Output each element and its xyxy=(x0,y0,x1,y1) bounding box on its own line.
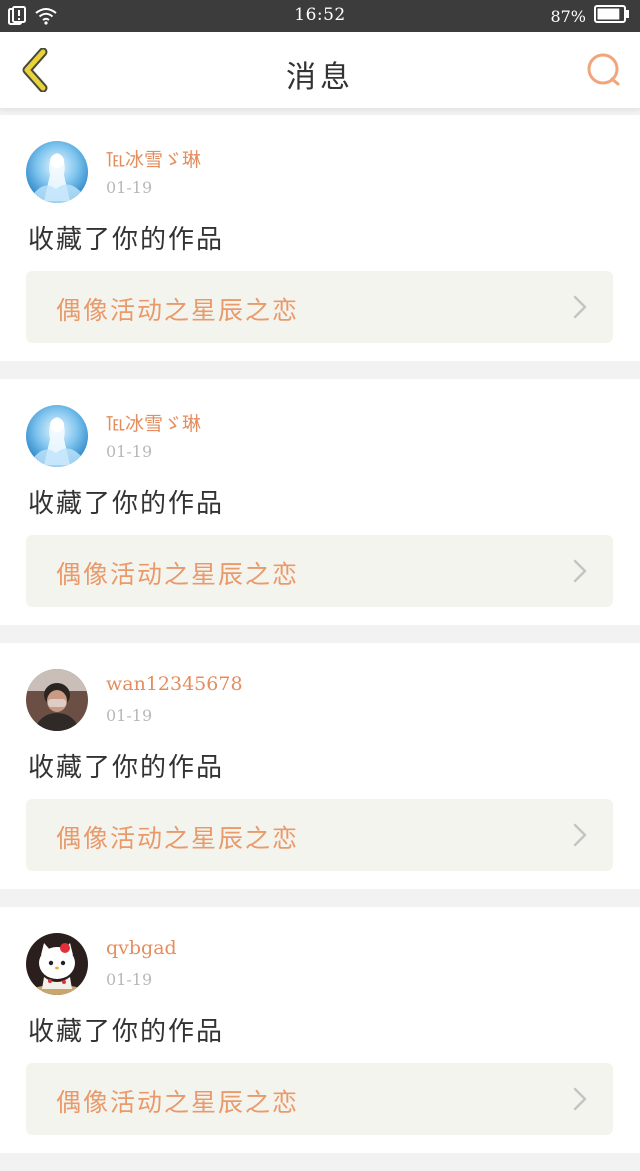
message-text: 收藏了你的作品 xyxy=(28,1017,225,1047)
battery-icon xyxy=(594,5,630,27)
message-item: ℡冰雪ゞ琳 01-19 收藏了你的作品 偶像活动之星辰之恋 xyxy=(0,115,640,361)
chevron-right-icon xyxy=(573,295,587,319)
search-button[interactable] xyxy=(584,50,624,90)
message-item: wan12345678 01-19 收藏了你的作品 偶像活动之星辰之恋 xyxy=(0,643,640,889)
message-date: 01-19 xyxy=(106,442,153,461)
work-link[interactable]: 偶像活动之星辰之恋 xyxy=(26,1063,613,1135)
work-link[interactable]: 偶像活动之星辰之恋 xyxy=(26,799,613,871)
username[interactable]: qvbgad xyxy=(106,937,177,959)
work-title: 偶像活动之星辰之恋 xyxy=(56,296,300,325)
chevron-right-icon xyxy=(573,1087,587,1111)
username[interactable]: ℡冰雪ゞ琳 xyxy=(106,409,201,436)
search-icon xyxy=(587,53,620,86)
header: 消息 xyxy=(0,32,640,109)
avatar[interactable] xyxy=(26,933,88,995)
avatar[interactable] xyxy=(26,405,88,467)
work-title: 偶像活动之星辰之恋 xyxy=(56,824,300,853)
message-item: ℡冰雪ゞ琳 01-19 收藏了你的作品 偶像活动之星辰之恋 xyxy=(0,379,640,625)
battery-percent: 87% xyxy=(550,6,586,26)
message-item: qvbgad 01-19 收藏了你的作品 偶像活动之星辰之恋 xyxy=(0,907,640,1153)
work-title: 偶像活动之星辰之恋 xyxy=(56,1088,300,1117)
work-link[interactable]: 偶像活动之星辰之恋 xyxy=(26,271,613,343)
work-title: 偶像活动之星辰之恋 xyxy=(56,560,300,589)
status-time: 16:52 xyxy=(294,5,346,25)
message-date: 01-19 xyxy=(106,970,153,989)
message-text: 收藏了你的作品 xyxy=(28,489,225,519)
message-text: 收藏了你的作品 xyxy=(28,225,225,255)
chevron-right-icon xyxy=(573,559,587,583)
avatar[interactable] xyxy=(26,141,88,203)
avatar[interactable] xyxy=(26,669,88,731)
status-icons-right: 87% xyxy=(550,5,630,27)
message-date: 01-19 xyxy=(106,178,153,197)
message-text: 收藏了你的作品 xyxy=(28,753,225,783)
work-link[interactable]: 偶像活动之星辰之恋 xyxy=(26,535,613,607)
chevron-right-icon xyxy=(573,823,587,847)
status-bar: 16:52 87% xyxy=(0,0,640,32)
page-title: 消息 xyxy=(286,60,354,95)
back-button[interactable] xyxy=(14,48,58,92)
username[interactable]: ℡冰雪ゞ琳 xyxy=(106,145,201,172)
username[interactable]: wan12345678 xyxy=(106,673,243,695)
message-date: 01-19 xyxy=(106,706,153,725)
message-list: ℡冰雪ゞ琳 01-19 收藏了你的作品 偶像活动之星辰之恋 ℡冰雪ゞ琳 01-1… xyxy=(0,115,640,1171)
chevron-left-icon xyxy=(22,48,48,92)
